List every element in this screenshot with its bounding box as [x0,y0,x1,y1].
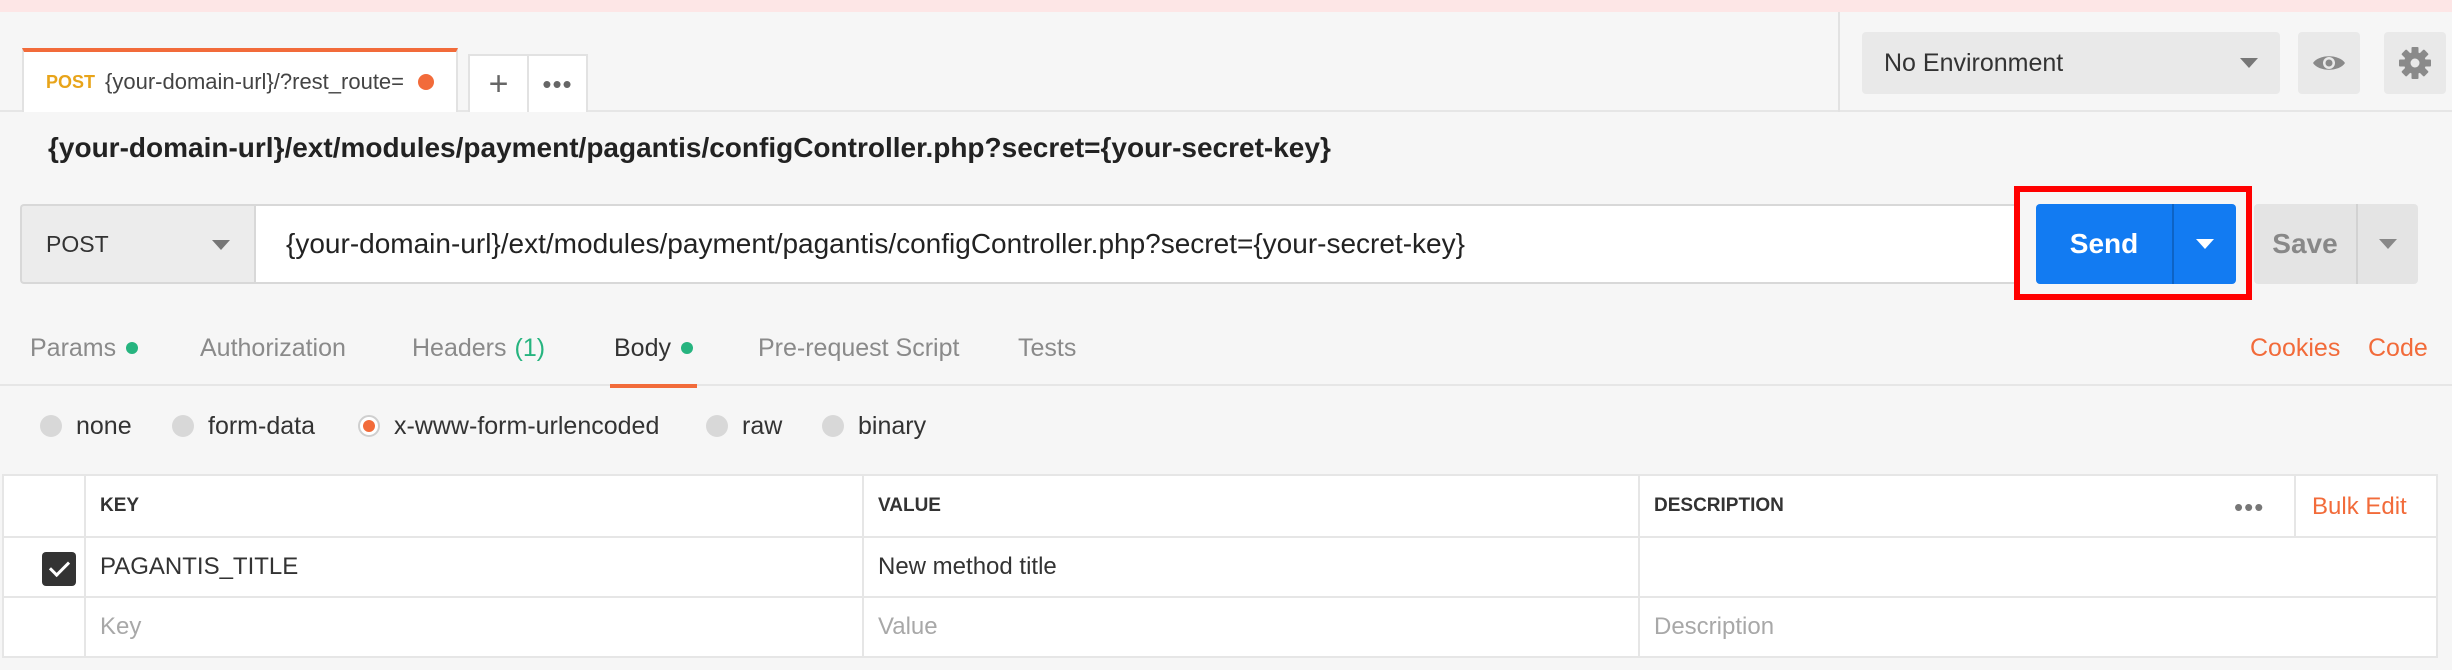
column-description-header: DESCRIPTION [1638,476,2218,536]
chevron-down-icon [2240,58,2258,68]
environment-quick-look-button[interactable] [2298,32,2360,94]
params-table: KEY VALUE DESCRIPTION ••• Bulk Edit PAGA… [2,474,2438,658]
radio-label: x-www-form-urlencoded [394,411,660,440]
new-value-input[interactable]: Value [862,598,1640,656]
tab-actions: + ••• [468,54,588,112]
tab-tests[interactable]: Tests [1018,310,1076,386]
row-description-cell[interactable] [1638,538,2436,596]
table-row-new: Key Value Description [4,598,2436,656]
method-select-label: POST [46,230,109,257]
caret-down-icon [2196,239,2214,249]
radio-form-data[interactable]: form-data [172,400,315,452]
save-options-button[interactable] [2356,204,2418,284]
caret-down-icon [2379,239,2397,249]
radio-none[interactable]: none [40,400,132,452]
method-select[interactable]: POST [20,204,254,284]
radio-circle [822,415,844,437]
send-options-button[interactable] [2172,204,2236,284]
eye-icon [2313,56,2345,70]
column-value-header: VALUE [862,476,1640,536]
request-tab-title: {your-domain-url}/?rest_route= [105,69,405,94]
new-key-input[interactable]: Key [84,598,864,656]
save-button[interactable]: Save [2254,204,2356,284]
tab-body[interactable]: Body [610,310,697,388]
new-tab-button[interactable]: + [470,56,527,112]
radio-circle-selected [358,415,380,437]
tab-body-label: Body [614,333,671,362]
headers-count: (1) [514,333,546,362]
radio-x-www-form-urlencoded[interactable]: x-www-form-urlencoded [358,400,659,452]
status-dot-icon [680,342,693,354]
radio-label: none [76,411,132,440]
request-tab-method: POST [46,71,96,92]
radio-circle [40,415,62,437]
save-button-group: Save [2254,204,2418,284]
tab-authorization-label: Authorization [200,333,346,362]
tab-tests-label: Tests [1018,333,1077,362]
url-input[interactable]: {your-domain-url}/ext/modules/payment/pa… [254,204,2018,284]
row-key-cell[interactable]: PAGANTIS_TITLE [84,538,864,596]
tab-pre-request-label: Pre-request Script [758,333,960,362]
chevron-down-icon [212,240,230,250]
top-strip [0,0,2452,12]
url-input-value: {your-domain-url}/ext/modules/payment/pa… [286,228,1465,259]
status-dot-icon [126,342,139,354]
table-row: PAGANTIS_TITLE New method title [4,538,2436,598]
column-key-header: KEY [84,476,864,536]
tab-headers-label: Headers [412,333,507,362]
row-enabled-checkbox[interactable] [42,552,76,586]
cookies-link[interactable]: Cookies [2250,310,2340,386]
more-tabs-button[interactable]: ••• [527,56,586,112]
radio-label: binary [858,411,927,440]
radio-raw[interactable]: raw [706,400,782,452]
request-tab[interactable]: POST {your-domain-url}/?rest_route= [22,48,458,112]
request-title[interactable]: {your-domain-url}/ext/modules/payment/pa… [48,132,1331,164]
gear-icon [2399,47,2431,79]
environment-area: No Environment [1838,12,2452,112]
tab-params[interactable]: Params [30,310,139,386]
settings-button[interactable] [2384,32,2446,94]
radio-binary[interactable]: binary [822,400,926,452]
radio-circle [706,415,728,437]
tab-pre-request-script[interactable]: Pre-request Script [758,310,959,386]
table-header-row: KEY VALUE DESCRIPTION ••• Bulk Edit [4,476,2436,538]
code-link[interactable]: Code [2368,310,2428,386]
environment-select[interactable]: No Environment [1862,32,2280,94]
radio-circle [172,415,194,437]
radio-label: form-data [208,411,315,440]
environment-select-label: No Environment [1884,48,2064,77]
row-value-cell[interactable]: New method title [862,538,1640,596]
table-more-button[interactable]: ••• [2234,476,2264,538]
unsaved-dot-icon [418,74,435,90]
bulk-edit-link[interactable]: Bulk Edit [2294,476,2407,538]
tab-params-label: Params [30,333,117,362]
radio-label: raw [742,411,783,440]
send-button-group: Send [2036,204,2236,284]
request-subtabs: Params Authorization Headers (1) Body Pre… [0,310,2452,388]
send-button[interactable]: Send [2036,204,2172,284]
new-description-input[interactable]: Description [1638,598,2436,656]
tab-headers[interactable]: Headers (1) [412,310,545,386]
tab-authorization[interactable]: Authorization [200,310,346,386]
